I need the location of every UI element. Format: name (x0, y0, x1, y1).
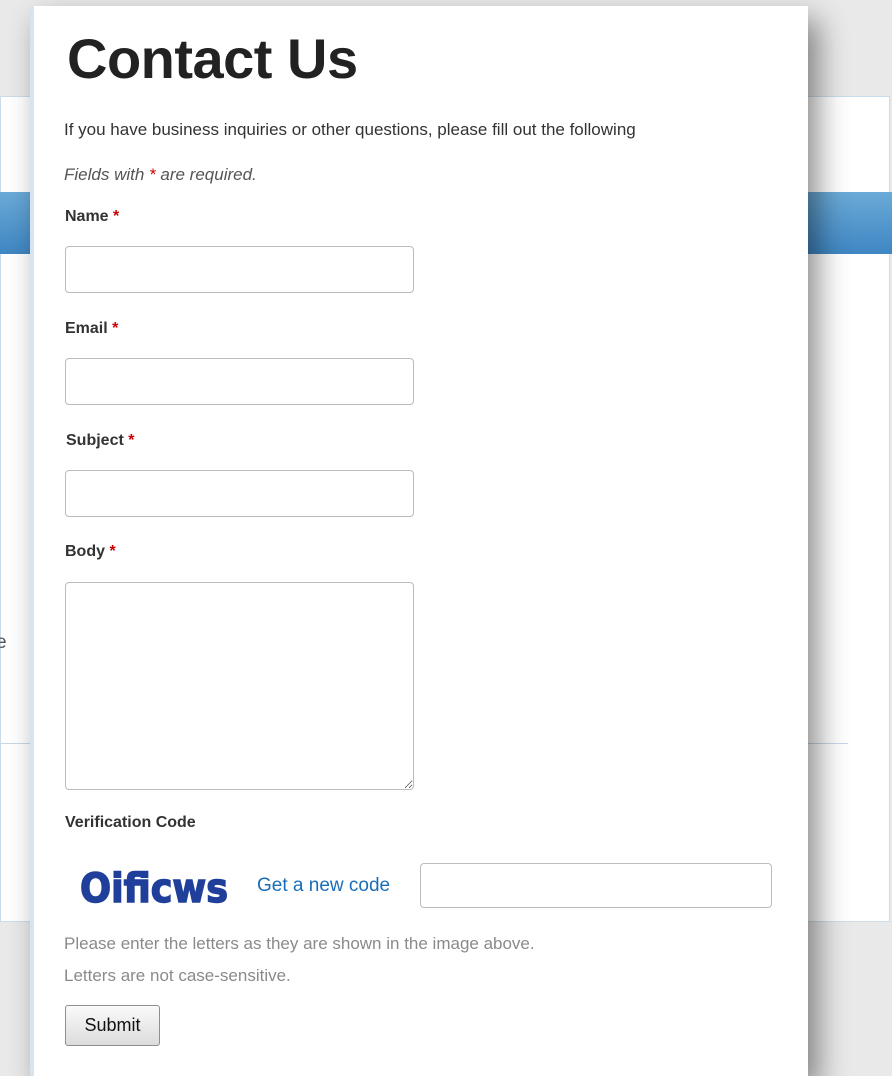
captcha-text: Oificws (80, 866, 228, 912)
verification-label: Verification Code (65, 814, 196, 831)
verification-code-input[interactable] (420, 863, 772, 908)
subject-label-text: Subject (66, 432, 124, 449)
required-note-prefix: Fields with (64, 165, 150, 184)
body-label: Body * (65, 543, 116, 561)
required-note-suffix: are required. (155, 165, 257, 184)
name-label-text: Name (65, 208, 109, 225)
email-label-text: Email (65, 320, 108, 337)
body-label-text: Body (65, 543, 105, 560)
submit-button[interactable]: Submit (65, 1005, 160, 1046)
captcha-image: Oificws (79, 865, 229, 912)
body-required-mark: * (109, 543, 116, 560)
get-new-code-link[interactable]: Get a new code (257, 875, 390, 897)
background-text-fragment: e (0, 632, 7, 653)
contact-dialog: Contact Us If you have business inquirie… (30, 6, 808, 1076)
email-label: Email * (65, 320, 118, 338)
page-title: Contact Us (67, 27, 358, 90)
name-input[interactable] (65, 246, 414, 293)
name-required-mark: * (113, 208, 120, 225)
verification-hint-line-1: Please enter the letters as they are sho… (64, 934, 535, 953)
name-label: Name * (65, 208, 119, 226)
subject-required-mark: * (128, 432, 135, 449)
email-required-mark: * (112, 320, 119, 337)
subject-label: Subject * (66, 432, 134, 450)
body-textarea[interactable] (65, 582, 414, 790)
required-note-asterisk: * (149, 165, 156, 184)
subject-input[interactable] (65, 470, 414, 517)
required-note: Fields with * are required. (64, 165, 257, 185)
intro-text: If you have business inquiries or other … (64, 120, 636, 139)
verification-hint-line-2: Letters are not case-sensitive. (64, 966, 291, 985)
email-input[interactable] (65, 358, 414, 405)
